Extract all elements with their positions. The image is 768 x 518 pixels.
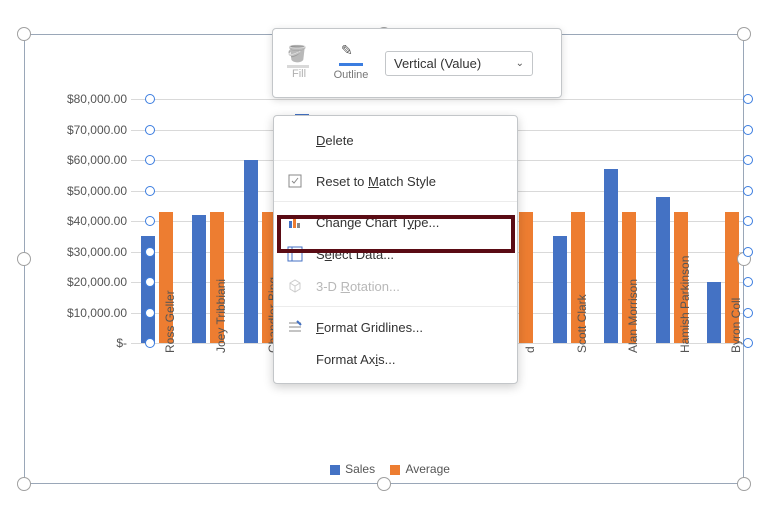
fill-button: Fill (273, 46, 325, 80)
chart-type-icon (286, 213, 304, 231)
chevron-down-icon: ⌄ (516, 58, 524, 69)
axis-handle[interactable] (145, 125, 155, 135)
y-tick-label: $40,000.00 (67, 214, 127, 228)
y-tick-label: $- (116, 336, 127, 350)
y-tick-label: $80,000.00 (67, 92, 127, 106)
selection-handle[interactable] (737, 27, 751, 41)
axis-handle[interactable] (145, 247, 155, 257)
y-tick-label: $70,000.00 (67, 123, 127, 137)
menu-delete-rest: elete (325, 133, 353, 148)
menu-reset-match-style[interactable]: Reset to Match Style (274, 165, 517, 197)
y-tick-label: $30,000.00 (67, 245, 127, 259)
menu-separator (274, 201, 517, 202)
menu-separator (274, 160, 517, 161)
selection-handle[interactable] (377, 477, 391, 491)
y-tick-label: $10,000.00 (67, 306, 127, 320)
y-tick-label: $60,000.00 (67, 153, 127, 167)
select-data-icon (286, 245, 304, 263)
context-menu: Delete Reset to Match Style Change Chart… (273, 115, 518, 384)
axis-handle[interactable] (743, 277, 753, 287)
y-axis[interactable]: $-$10,000.00$20,000.00$30,000.00$40,000.… (47, 99, 127, 343)
axis-handle[interactable] (743, 247, 753, 257)
blank-icon (286, 131, 304, 149)
axis-handle[interactable] (743, 308, 753, 318)
axis-handle[interactable] (145, 94, 155, 104)
outline-button[interactable]: Outline (325, 46, 377, 81)
legend-swatch-average (390, 465, 400, 475)
axis-handle[interactable] (743, 155, 753, 165)
axis-handle[interactable] (145, 308, 155, 318)
legend-label-average: Average (405, 462, 449, 476)
axis-handle[interactable] (145, 277, 155, 287)
gridlines-icon (286, 318, 304, 336)
bar-average[interactable] (519, 212, 533, 343)
y-tick-label: $50,000.00 (67, 184, 127, 198)
bar-sales[interactable] (553, 236, 567, 343)
axis-handle[interactable] (743, 125, 753, 135)
axis-handle[interactable] (145, 186, 155, 196)
menu-3d-rotation: 3-D Rotation... (274, 270, 517, 302)
selection-handle[interactable] (737, 477, 751, 491)
cube-icon (286, 277, 304, 295)
menu-select-data[interactable]: Select Data... (274, 238, 517, 270)
chart-element-dropdown[interactable]: Vertical (Value) ⌄ (385, 51, 533, 76)
dropdown-value: Vertical (Value) (394, 56, 481, 71)
menu-format-gridlines[interactable]: Format Gridlines... (274, 311, 517, 343)
menu-separator (274, 306, 517, 307)
axis-handle[interactable] (743, 216, 753, 226)
axis-handle[interactable] (145, 338, 155, 348)
outline-label: Outline (334, 69, 369, 81)
axis-handle[interactable] (145, 216, 155, 226)
selection-handle[interactable] (17, 477, 31, 491)
legend-swatch-sales (330, 465, 340, 475)
bar-sales[interactable] (192, 215, 206, 343)
axis-handle[interactable] (743, 186, 753, 196)
axis-handle[interactable] (743, 94, 753, 104)
outline-icon (339, 46, 363, 66)
bar-sales[interactable] (656, 197, 670, 343)
legend-label-sales: Sales (345, 462, 375, 476)
bar-sales[interactable] (604, 169, 618, 343)
fill-icon (287, 46, 311, 68)
blank-icon (286, 350, 304, 368)
mini-toolbar: Fill Outline Vertical (Value) ⌄ (272, 28, 562, 98)
menu-change-chart-type[interactable]: Change Chart Type... (274, 206, 517, 238)
fill-label: Fill (292, 68, 306, 80)
selection-handle[interactable] (17, 252, 31, 266)
menu-format-axis[interactable]: Format Axis... (274, 343, 517, 375)
menu-delete[interactable]: Delete (274, 124, 517, 156)
bar-sales[interactable] (707, 282, 721, 343)
legend[interactable]: Sales Average (25, 462, 743, 476)
reset-icon (286, 172, 304, 190)
axis-handle[interactable] (145, 155, 155, 165)
bar-sales[interactable] (244, 160, 258, 343)
y-tick-label: $20,000.00 (67, 275, 127, 289)
selection-handle[interactable] (17, 27, 31, 41)
axis-handle[interactable] (743, 338, 753, 348)
